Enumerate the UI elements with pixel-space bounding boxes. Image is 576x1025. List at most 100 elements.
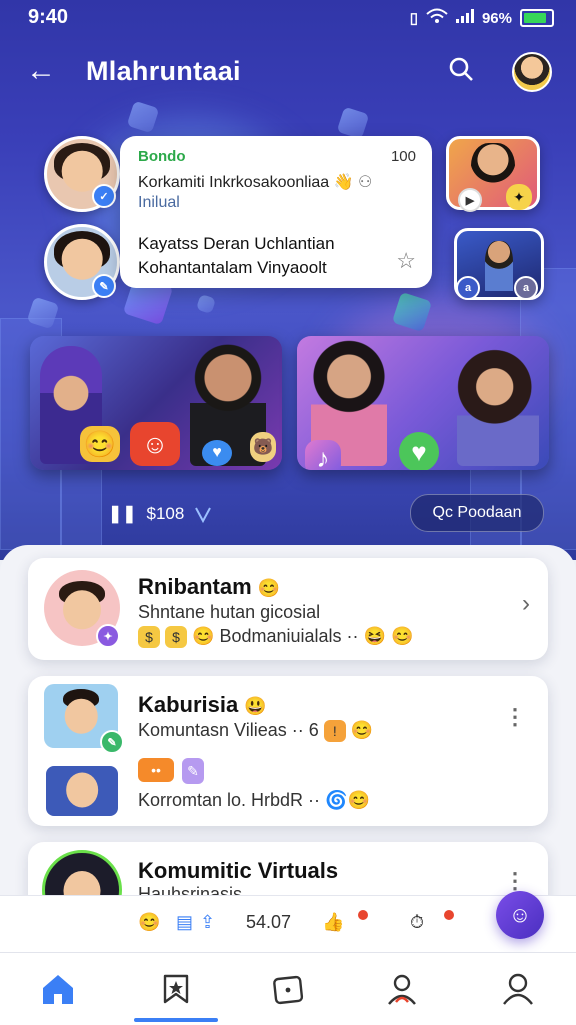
community-subtitle: Shntane hutan gicosial: [138, 602, 321, 622]
user-icon[interactable]: [488, 967, 548, 1011]
vibrate-icon: ▯: [409, 10, 418, 27]
media-photo-left[interactable]: 😊 ☺ ♥ 🐻: [30, 336, 282, 470]
profile-badge-icon[interactable]: [372, 967, 432, 1011]
more-options-icon[interactable]: ⋮: [504, 868, 526, 894]
heart-bubble-icon: ♥: [202, 440, 232, 466]
laugh-emoji-icon: 😆: [363, 626, 386, 646]
media-amount: $108: [146, 504, 185, 523]
avatar: [46, 766, 118, 816]
community-meta-text: Korromtan lo. HrbdR ··: [138, 790, 321, 810]
swirl-emoji-icon: 🌀: [325, 790, 348, 810]
share-icon[interactable]: ⇪: [200, 912, 215, 933]
link-badge-icon: a: [514, 276, 538, 300]
community-subtitle-text: Komuntasn Vilieas ·· 6: [138, 720, 319, 740]
floating-cube-icon: [195, 293, 217, 315]
sticker-icon: !: [323, 720, 346, 743]
clock-icon[interactable]: ⏱: [410, 912, 424, 933]
podcast-button-label: Qc Poodaan: [432, 504, 522, 521]
post-text-line-4: Kohantantalam Vinyaoolt: [138, 258, 327, 277]
community-meta-text: Bodmaniuialals ··: [219, 626, 359, 646]
cell-signal-icon: [455, 9, 474, 27]
active-tab-indicator: [134, 1018, 218, 1022]
profile-avatar[interactable]: [512, 52, 552, 92]
status-time: 9:40: [28, 6, 69, 28]
community-meta: Korromtan lo. HrbdR ·· 🌀😊: [138, 790, 370, 811]
floating-cube-icon: [336, 106, 370, 140]
coin-icon: $: [138, 626, 160, 649]
post-text-line-2: Inilual: [138, 194, 180, 211]
post-text-line-3: Kayatss Deran Uchlantian: [138, 234, 335, 253]
signal-icon: [426, 8, 448, 28]
home-icon[interactable]: [28, 967, 88, 1011]
pause-icon[interactable]: ❚❚: [108, 504, 137, 524]
teddy-emoji-icon: 🐻: [250, 432, 276, 462]
post-line-1: Korkamiti Inkrkosakoonliaa: [138, 174, 330, 191]
battery-percent: 96%: [481, 9, 512, 27]
link-badge-icon: a: [456, 276, 480, 300]
cup-emoji-icon: ☺: [130, 422, 180, 466]
wave-emoji-icon: 👋: [333, 174, 354, 191]
blush-emoji-icon: 😊: [390, 626, 414, 646]
community-title-text: Kaburisia: [138, 692, 239, 717]
post-author-name: Bondo: [138, 148, 186, 165]
smile-face-icon: ☺: [508, 902, 532, 927]
person-photo: [457, 346, 539, 466]
bottom-nav: [0, 952, 576, 1025]
chevron-right-icon[interactable]: ›: [522, 590, 530, 618]
person-photo: [485, 241, 513, 291]
music-note-icon: ♪: [305, 440, 341, 470]
status-bar: 9:40 ▯ 96%: [0, 0, 576, 34]
community-card[interactable]: ✎ Kaburisia 😃 Komuntasn Vilieas ·· 6 ! 😊…: [28, 676, 548, 826]
status-icons: ▯ 96%: [410, 8, 554, 28]
stat-value: 54.07: [246, 912, 292, 932]
bookmark-star-icon[interactable]: [146, 967, 206, 1011]
coin-icon: $: [165, 626, 188, 649]
search-icon[interactable]: [448, 56, 474, 82]
community-title: Komumitic Virtuals: [138, 858, 339, 883]
community-meta: $ $ 😊 Bodmaniuialals ·· 😆 😊: [138, 626, 414, 649]
chat-badge-icon: ✦: [96, 624, 120, 648]
heart-outline-icon[interactable]: [194, 505, 212, 523]
action-strip: 😊 ▤ ⇪ 54.07 👍 ⏱: [0, 895, 576, 952]
dice-icon[interactable]: [258, 967, 318, 1011]
more-options-icon[interactable]: ⋮: [504, 704, 526, 730]
media-meta-row: ❚❚ $108: [108, 504, 212, 524]
link-icon: ⚇: [358, 174, 373, 191]
page-title: Mlahruntaai: [86, 56, 241, 86]
podcast-button[interactable]: Qc Poodaan: [410, 494, 544, 532]
post-count: 100: [390, 148, 416, 165]
community-title: Rnibantam 😊: [138, 574, 280, 600]
arrow-left-icon[interactable]: ←: [26, 54, 56, 88]
edit-badge-icon: ✎: [92, 274, 116, 298]
smile-emoji-icon: 😊: [257, 578, 281, 598]
smile-emoji-icon: 😊: [347, 790, 370, 810]
verified-badge-icon: ✓: [92, 184, 116, 208]
star-icon[interactable]: ☆: [396, 248, 416, 274]
community-title-text: Rnibantam: [138, 574, 252, 599]
notification-dot: [444, 910, 454, 920]
sticker-icon: ✎: [182, 758, 204, 784]
thumbs-up-icon[interactable]: 👍: [322, 912, 344, 933]
calendar-icon[interactable]: ▤: [176, 912, 193, 933]
compose-fab-button[interactable]: ☺: [496, 891, 544, 939]
sticker-icon: ✦: [506, 184, 532, 210]
blush-emoji-icon: 😊: [350, 720, 374, 740]
battery-icon: [520, 9, 554, 27]
smile-emoji-icon: 😊: [80, 426, 120, 462]
media-photo-right[interactable]: ♪ ♥: [297, 336, 549, 470]
sticker-row: •• ✎: [138, 758, 204, 784]
community-card[interactable]: ✦ Rnibantam 😊 Shntane hutan gicosial $ $…: [28, 558, 548, 660]
post-text-line: Korkamiti Inkrkosakoonliaa 👋 ⚇: [138, 172, 372, 192]
community-title: Kaburisia 😃: [138, 692, 267, 718]
grin-emoji-icon: 😊: [192, 626, 215, 646]
sticker-icon: ••: [138, 758, 174, 782]
notification-dot: [358, 910, 368, 920]
heart-chat-icon: ♥: [399, 432, 439, 470]
grin-emoji-icon: 😃: [244, 696, 267, 716]
featured-post-card[interactable]: Bondo 100 Korkamiti Inkrkosakoonliaa 👋 ⚇…: [120, 136, 432, 288]
edit-badge-icon: ✎: [100, 730, 124, 754]
app-bar: ← Mlahruntaai: [0, 46, 576, 96]
community-subtitle: Komuntasn Vilieas ·· 6 ! 😊: [138, 720, 374, 743]
play-icon[interactable]: ▶: [458, 188, 482, 212]
smile-emoji-icon[interactable]: 😊: [138, 912, 160, 933]
